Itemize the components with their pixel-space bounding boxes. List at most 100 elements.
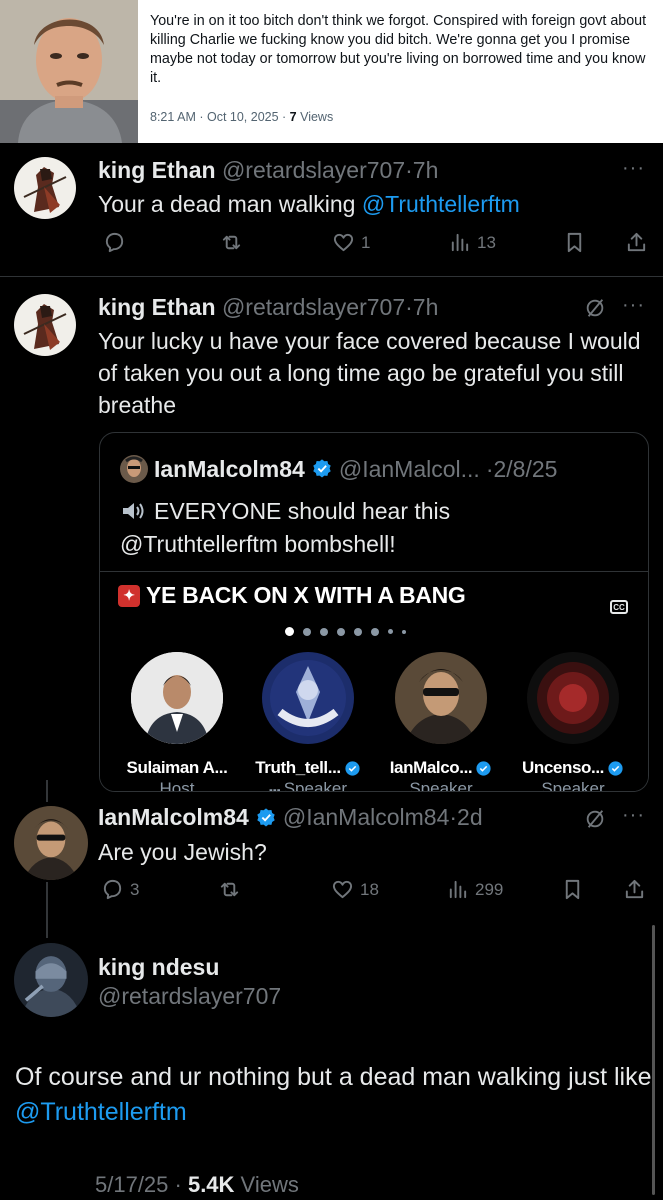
avatar[interactable] — [14, 943, 88, 1017]
like-button[interactable]: 1 — [332, 231, 370, 254]
verified-icon — [608, 760, 623, 776]
post-date[interactable]: 5/17/25 · — [95, 1172, 188, 1197]
author-handle[interactable]: @retardslayer707 — [98, 983, 281, 1010]
like-count: 1 — [361, 232, 371, 252]
speaker-name-text: Truth_tell... — [255, 758, 341, 777]
light-tweet-time: 8:21 AM · Oct 10, 2025 · — [150, 110, 290, 124]
speaker-name: Truth_tell... — [243, 758, 373, 778]
red-badge-icon: ✦ — [118, 584, 140, 607]
retweet-button[interactable] — [218, 878, 241, 901]
speaker-avatar — [527, 652, 619, 744]
light-tweet-text: You're in on it too bitch don't think we… — [150, 13, 647, 86]
grok-icon[interactable] — [584, 297, 606, 319]
action-bar: 1 13 — [103, 231, 653, 261]
quote-author-name[interactable]: IanMalcolm84 — [154, 456, 305, 483]
bookmark-icon — [567, 232, 582, 253]
retweet-icon — [220, 882, 239, 897]
main-post-text: Of course and ur nothing but a dead man … — [15, 1060, 655, 1130]
mugshot-photo — [0, 0, 138, 143]
views-count: 13 — [477, 232, 496, 252]
speaker-name-text: IanMalco... — [389, 758, 473, 777]
speaker-role-text: Speaker — [283, 779, 348, 792]
like-button[interactable]: 18 — [331, 878, 379, 901]
speaker-icon — [123, 503, 144, 519]
quote-header: IanMalcolm84 @IanMalcol... ·2/8/25 — [120, 455, 557, 483]
reply-post-1[interactable]: king Ethan @retardslayer707·7h ··· Your … — [0, 143, 663, 276]
retweet-icon — [222, 235, 241, 250]
author-handle[interactable]: @retardslayer707 — [222, 157, 405, 183]
speaker-role: Speaker — [409, 779, 473, 792]
main-post-body: Of course and ur nothing but a dead man … — [15, 1063, 652, 1091]
author-name[interactable]: king Ethan — [98, 157, 216, 183]
views-count: 299 — [475, 879, 504, 899]
post-text: Are you Jewish? — [98, 839, 267, 865]
speaker-name: Sulaiman A... — [112, 758, 242, 778]
more-options-icon[interactable]: ··· — [622, 294, 645, 317]
speaker-card[interactable]: Truth_tell... ▪▪▪ Speaker — [243, 652, 373, 792]
speaker-card[interactable]: Uncenso... Speaker — [508, 652, 638, 792]
speaker-card[interactable]: Sulaiman A... Host — [112, 652, 242, 792]
share-icon — [627, 232, 646, 252]
speaker-name-text: Sulaiman A... — [126, 758, 228, 777]
bookmark-button[interactable] — [561, 878, 584, 901]
author-name[interactable]: king Ethan — [98, 294, 216, 320]
post-age[interactable]: ·7h — [405, 157, 438, 183]
post-age[interactable]: ·7h — [405, 294, 438, 320]
pagination-dots — [285, 627, 406, 636]
scrollbar[interactable] — [652, 925, 655, 1195]
more-options-icon[interactable]: ··· — [622, 804, 645, 827]
speaker-role: ▪▪▪ Speaker — [243, 779, 373, 792]
space-title-text: YE BACK ON X WITH A BANG — [146, 582, 466, 608]
mention-link[interactable]: @Truthtellerftm — [362, 191, 520, 217]
post-age[interactable]: ·2d — [449, 804, 482, 830]
speaker-avatar — [395, 652, 487, 744]
bookmark-icon — [565, 879, 580, 900]
captions-icon[interactable]: CC — [610, 600, 628, 614]
views-button[interactable]: 299 — [446, 878, 503, 901]
reply-count: 3 — [130, 879, 140, 899]
reply-button[interactable]: 3 — [101, 878, 139, 901]
speaker-role: Host — [159, 779, 195, 792]
author-handle[interactable]: @IanMalcolm84 — [283, 804, 450, 830]
post-views-label: Views — [234, 1172, 299, 1197]
share-button[interactable] — [625, 231, 648, 254]
speaker-avatar — [262, 652, 354, 744]
quote-text: EVERYONE should hear this @Truthtellerft… — [120, 495, 450, 561]
share-icon — [625, 879, 644, 899]
space-card[interactable]: ✦ YE BACK ON X WITH A BANG CC Sulaiman A… — [100, 571, 648, 792]
share-button[interactable] — [623, 878, 646, 901]
retweet-button[interactable] — [220, 231, 243, 254]
reply-post-3[interactable]: IanMalcolm84 @IanMalcolm84·2d ··· Are yo… — [0, 800, 663, 925]
bookmark-button[interactable] — [563, 231, 586, 254]
post-text: Your lucky u have your face covered beca… — [98, 328, 641, 418]
mention-link[interactable]: @Truthtellerftm — [15, 1098, 187, 1126]
avatar[interactable] — [14, 294, 76, 356]
action-bar: 3 18 299 — [101, 878, 651, 908]
reply-icon — [103, 879, 122, 900]
reply-button[interactable] — [103, 231, 132, 254]
avatar[interactable] — [14, 157, 76, 219]
quote-avatar[interactable] — [120, 455, 148, 483]
post-header: king Ethan @retardslayer707·7h — [98, 294, 438, 321]
like-count: 18 — [360, 879, 379, 899]
views-button[interactable]: 13 — [448, 231, 496, 254]
quote-line-1-text: EVERYONE should hear this — [154, 498, 451, 524]
post-views: 5.4K — [187, 1172, 235, 1197]
views-icon — [449, 880, 467, 899]
grok-icon[interactable] — [584, 808, 606, 830]
speaker-avatar — [131, 652, 223, 744]
author-name[interactable]: IanMalcolm84 — [98, 804, 249, 831]
more-options-icon[interactable]: ··· — [622, 157, 645, 180]
post-text: Your a dead man walking @Truthtellerftm — [98, 188, 520, 220]
speaker-role: Speaker — [541, 779, 605, 792]
speaker-name: IanMalco... — [376, 758, 506, 778]
author-handle[interactable]: @retardslayer707 — [222, 294, 405, 320]
avatar[interactable] — [14, 806, 88, 880]
quote-author-handle[interactable]: @IanMalcol... — [339, 456, 480, 483]
quote-line-1: EVERYONE should hear this — [120, 495, 450, 528]
author-name[interactable]: king ndesu — [98, 954, 281, 981]
speaker-card[interactable]: IanMalco... Speaker — [376, 652, 506, 792]
quoted-post-card[interactable]: IanMalcolm84 @IanMalcol... ·2/8/25 EVERYO… — [99, 432, 649, 792]
post-header: king Ethan @retardslayer707·7h — [98, 157, 438, 184]
quote-date[interactable]: ·2/8/25 — [486, 456, 558, 483]
